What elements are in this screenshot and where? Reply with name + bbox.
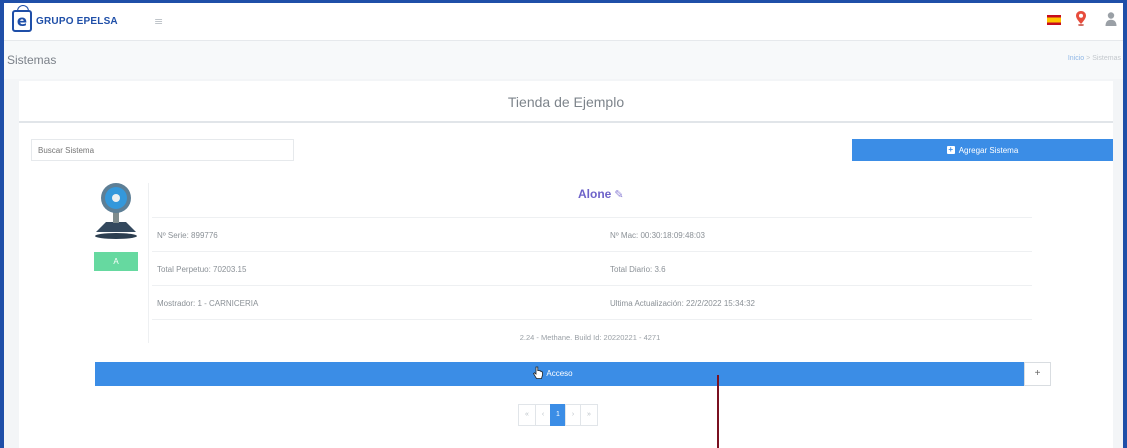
- build-info: 2.24 - Methane. Build Id: 20220221 - 427…: [519, 333, 661, 342]
- breadcrumb-separator: >: [1086, 55, 1091, 62]
- brand-logo[interactable]: e GRUPO EPELSA: [12, 5, 118, 35]
- page-first-button[interactable]: «: [518, 404, 536, 426]
- row-divider: [152, 251, 1032, 252]
- page-current-button[interactable]: 1: [550, 404, 566, 426]
- add-system-button[interactable]: + Agregar Sistema: [852, 139, 1113, 161]
- breadcrumb-bar: Sistemas Inicio > Sistemas: [4, 41, 1123, 79]
- breadcrumb: Inicio > Sistemas: [1068, 55, 1121, 62]
- add-system-label: Agregar Sistema: [958, 145, 1019, 155]
- logo-mark: e: [12, 5, 32, 32]
- more-options-button[interactable]: +: [1024, 362, 1051, 386]
- row-divider: [152, 319, 1032, 320]
- breadcrumb-current: Sistemas: [1092, 55, 1121, 62]
- annotation-line: [717, 375, 719, 448]
- total-daily: Total Diario: 3.6: [610, 265, 666, 274]
- status-badge: A: [94, 252, 138, 271]
- pagination: « ‹ 1 › »: [518, 404, 598, 426]
- hamburger-icon[interactable]: ≡: [154, 15, 166, 28]
- page-last-button[interactable]: »: [580, 404, 598, 426]
- brand-name: GRUPO EPELSA: [36, 15, 118, 27]
- total-perpetual: Total Perpetuo: 70203.15: [157, 265, 247, 274]
- location-pin-icon[interactable]: [1075, 10, 1087, 26]
- panel-divider: [148, 183, 149, 343]
- plus-square-icon: +: [946, 145, 955, 154]
- system-name[interactable]: Alone ✎: [578, 187, 624, 201]
- mac-address: Nº Mac: 00:30:18:09:48:03: [610, 231, 705, 240]
- hand-cursor-icon: [533, 366, 543, 379]
- store-title: Tienda de Ejemplo: [19, 81, 1113, 123]
- edit-pencil-icon[interactable]: ✎: [614, 189, 623, 201]
- page-next-button[interactable]: ›: [565, 404, 581, 426]
- counter-name: Mostrador: 1 - CARNICERIA: [157, 299, 259, 308]
- search-input[interactable]: [31, 139, 294, 161]
- spain-flag-icon[interactable]: [1047, 15, 1061, 25]
- page-prev-button[interactable]: ‹: [535, 404, 551, 426]
- page-title: Sistemas: [7, 53, 57, 67]
- access-button[interactable]: Acceso: [95, 362, 1024, 386]
- breadcrumb-home-link[interactable]: Inicio: [1068, 55, 1084, 62]
- scale-device-icon: [95, 183, 137, 239]
- user-icon[interactable]: [1105, 11, 1117, 27]
- row-divider: [152, 285, 1032, 286]
- serial-number: Nº Serie: 899776: [157, 231, 218, 240]
- row-divider: [152, 217, 1032, 218]
- system-name-label: Alone: [578, 187, 612, 201]
- last-update: Ultima Actualización: 22/2/2022 15:34:32: [610, 299, 755, 308]
- top-navbar: e GRUPO EPELSA ≡: [4, 3, 1123, 41]
